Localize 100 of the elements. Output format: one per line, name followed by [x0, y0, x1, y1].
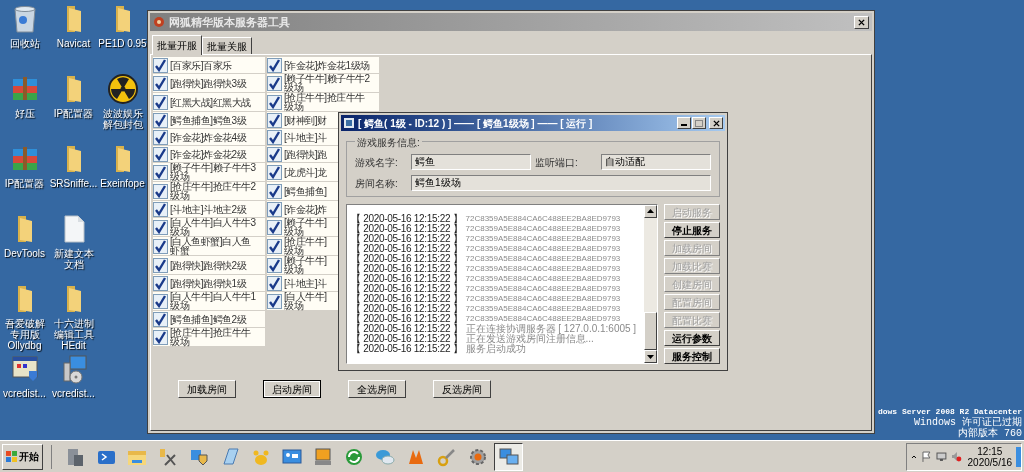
minimize-button[interactable] — [677, 117, 691, 129]
checkbox[interactable] — [267, 164, 282, 180]
shortcut-label[interactable]: 好压 — [0, 108, 49, 119]
checkbox[interactable] — [153, 183, 168, 199]
checkbox[interactable] — [267, 275, 282, 291]
room-item[interactable]: [斗地主]斗地主2级 — [153, 201, 265, 217]
room-item[interactable]: [诈金花]炸金花1级场 — [267, 57, 379, 73]
maximize-button[interactable] — [692, 117, 706, 129]
room-item[interactable]: [跑得快]跑得快3级 — [153, 74, 265, 92]
room-item[interactable]: [百家乐]百家乐 — [153, 57, 265, 73]
room-item[interactable]: [白人牛牛]白人牛牛3 级场 — [153, 218, 265, 236]
hazard-icon[interactable] — [106, 73, 139, 105]
shortcut-label[interactable]: IP配置器 — [0, 178, 49, 189]
shortcut-label[interactable]: 吾爱破解专用版Ollydbg — [0, 318, 49, 351]
action-button[interactable]: 反选房间 — [433, 380, 491, 398]
log-message: 72C8359A5E884CA6C488EE2BA8ED9793 — [465, 304, 621, 314]
start-button[interactable]: 开始 — [2, 443, 43, 470]
muted-speaker-icon[interactable] — [950, 451, 962, 462]
checkbox[interactable] — [153, 238, 168, 254]
checkbox[interactable] — [267, 293, 282, 309]
close-button[interactable] — [854, 15, 869, 29]
flag-icon[interactable] — [920, 451, 932, 462]
clock-time[interactable]: 12:15 — [977, 445, 1003, 457]
room-item[interactable]: [赖子牛牛]赖子牛牛2 级场 — [267, 74, 379, 92]
maximize-icon — [695, 119, 703, 127]
checkbox[interactable] — [153, 201, 168, 217]
field-label: 监听端口: — [535, 155, 579, 170]
checkbox[interactable] — [153, 129, 168, 145]
text-field[interactable]: 鳄鱼 — [411, 154, 531, 170]
room-item[interactable]: [跑得快]跑得快2级 — [153, 256, 265, 274]
checkbox[interactable] — [267, 75, 282, 91]
room-item[interactable]: [白人鱼虾蟹]白人鱼 虾蟹 — [153, 237, 265, 255]
close-icon — [858, 18, 865, 26]
shortcut-label[interactable]: PE1D 0.95 — [98, 38, 147, 49]
shortcut-label[interactable]: 回收站 — [0, 38, 49, 49]
checkbox[interactable] — [267, 219, 282, 235]
checkbox[interactable] — [153, 146, 168, 162]
shortcut-label[interactable]: DevTools — [0, 248, 49, 259]
tab[interactable]: 批量关服 — [202, 37, 252, 54]
shortcut-label[interactable]: Navicat — [49, 38, 98, 49]
action-button[interactable]: 全选房间 — [348, 380, 406, 398]
room-item[interactable]: [抢庄牛牛]抢庄牛牛 级场 — [153, 328, 265, 346]
checkbox[interactable] — [267, 146, 282, 162]
checkbox[interactable] — [153, 293, 168, 309]
scrollbar[interactable] — [644, 205, 657, 363]
shortcut-label[interactable]: 十六进制编辑工具HEdit — [49, 318, 98, 351]
checkbox[interactable] — [153, 257, 168, 273]
checkbox[interactable] — [267, 129, 282, 145]
checkbox[interactable] — [153, 275, 168, 291]
windows-flag-icon — [6, 451, 17, 462]
checkbox[interactable] — [153, 75, 168, 91]
shortcut-label[interactable]: SRSniffe... — [49, 178, 98, 189]
room-item[interactable]: [抢庄牛牛]抢庄牛牛 级场 — [267, 93, 379, 111]
checkbox[interactable] — [267, 183, 282, 199]
shortcut-label[interactable]: 波波娱乐解包封包 — [98, 108, 147, 130]
checkbox[interactable] — [153, 57, 168, 73]
checkbox[interactable] — [267, 57, 282, 73]
checkbox[interactable] — [153, 94, 168, 110]
room-item[interactable]: [鳄鱼捕鱼]鳄鱼3级 — [153, 112, 265, 128]
tab[interactable]: 批量开服 — [152, 35, 202, 55]
chevron-icon[interactable] — [911, 453, 917, 460]
close-icon — [712, 119, 720, 127]
close-button[interactable] — [709, 117, 723, 129]
log-message: 72C8359A5E884CA6C488EE2BA8ED9793 — [465, 284, 621, 294]
checkbox[interactable] — [267, 257, 282, 273]
text-field[interactable]: 鳄鱼1级场 — [411, 175, 711, 191]
checkbox[interactable] — [267, 201, 282, 217]
service-button[interactable]: 运行参数 — [664, 330, 720, 346]
clock-date[interactable]: 2020/5/16 — [967, 456, 1013, 468]
shortcut-label[interactable]: vcredist... — [0, 388, 49, 399]
room-item[interactable]: [鳄鱼捕鱼]鳄鱼2级 — [153, 311, 265, 327]
room-item[interactable]: [红黑大战]红黑大战 — [153, 93, 265, 111]
checkbox[interactable] — [267, 94, 282, 110]
checkbox[interactable] — [153, 112, 168, 128]
service-button[interactable]: 停止服务 — [664, 222, 720, 238]
checkbox[interactable] — [153, 311, 168, 327]
scroll-thumb[interactable] — [644, 312, 657, 350]
shortcut-label[interactable]: vcredist... — [49, 388, 98, 399]
checkbox[interactable] — [153, 164, 168, 180]
shortcut-label[interactable]: 新建文本文档 — [49, 248, 98, 270]
room-item[interactable]: [赖子牛牛]赖子牛牛3 级场 — [153, 163, 265, 181]
action-button[interactable]: 加载房间 — [178, 380, 236, 398]
room-item[interactable]: [诈金花]炸金花4级 — [153, 129, 265, 145]
action-button[interactable]: 启动房间 — [263, 380, 321, 398]
checkbox[interactable] — [153, 329, 168, 345]
checkbox[interactable] — [153, 219, 168, 235]
room-item[interactable]: [诈金花]炸金花2级 — [153, 146, 265, 162]
log-message: 72C8359A5E884CA6C488EE2BA8ED9793 — [465, 254, 621, 264]
network-icon[interactable] — [935, 451, 947, 462]
shortcut-label[interactable]: Exeinfope — [98, 178, 147, 189]
text-field[interactable]: 自动适配 — [601, 154, 711, 170]
taskbar-button[interactable] — [494, 442, 523, 471]
shortcut-label[interactable]: IP配置器 — [49, 108, 98, 119]
service-button[interactable]: 服务控制 — [664, 348, 720, 364]
checkbox[interactable] — [267, 238, 282, 254]
checkbox[interactable] — [267, 112, 282, 128]
room-item[interactable]: [白人牛牛]白人牛牛1 级场 — [153, 292, 265, 310]
room-item[interactable]: [抢庄牛牛]抢庄牛牛2 级场 — [153, 182, 265, 200]
group-title: 游戏服务信息: — [355, 135, 422, 150]
room-item[interactable]: [跑得快]跑得快1级 — [153, 275, 265, 291]
